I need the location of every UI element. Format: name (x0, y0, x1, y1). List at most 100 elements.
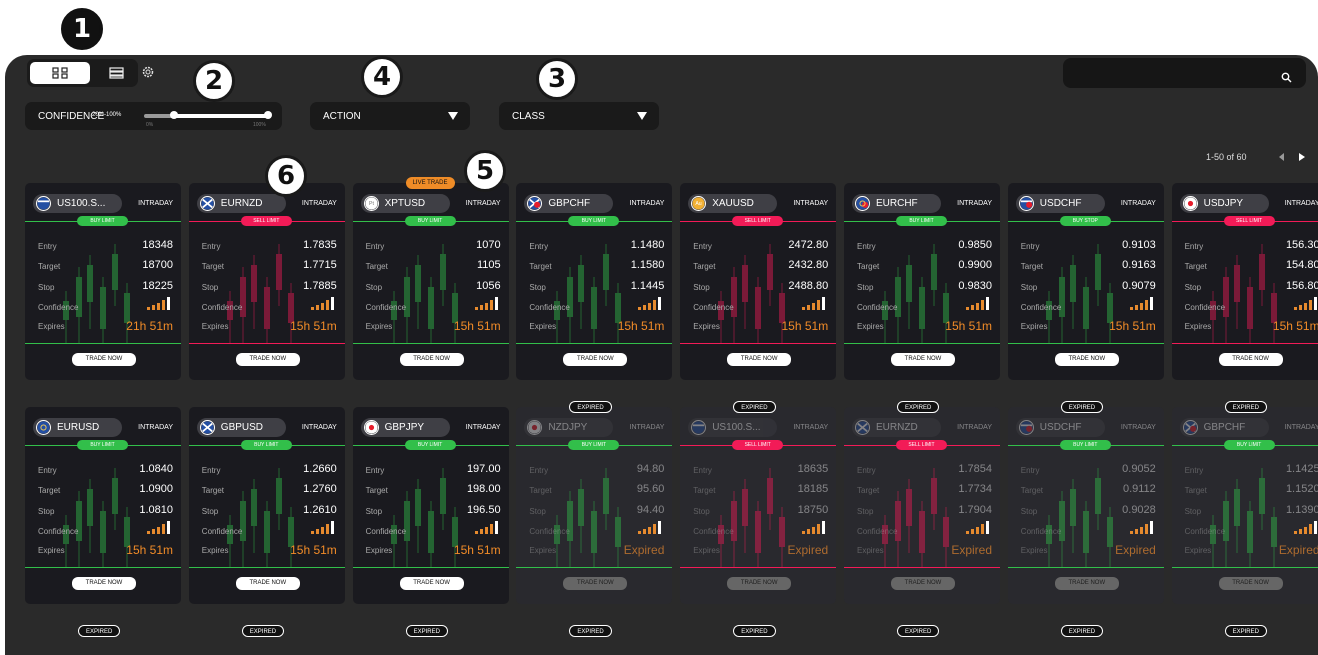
trade-now-button[interactable]: TRADE NOW (399, 577, 464, 590)
trade-now-button[interactable]: TRADE NOW (1054, 353, 1119, 366)
confidence-slider-max-thumb[interactable] (264, 111, 272, 119)
currency-pair-label: EURCHF (876, 198, 918, 209)
timeframe-label: INTRADAY (1284, 424, 1318, 431)
entry-label: Entry (1184, 242, 1204, 251)
currency-pair[interactable]: Au XAUUSD (688, 194, 778, 213)
signal-card: EURCHF INTRADAY BUY LIMIT Entry 0.9850 Target… (844, 183, 1000, 380)
stop-label: Stop (857, 507, 874, 516)
currency-pair[interactable]: GBPUSD (196, 418, 286, 437)
currency-pair-label: EURNZD (876, 422, 918, 433)
signal-card: NZDJPY INTRADAY BUY LIMIT Entry 94.80 Target 9… (516, 407, 673, 604)
confidence-slider[interactable] (144, 111, 272, 119)
target-value: 1.1520 (1285, 483, 1318, 495)
trade-now-button[interactable]: TRADE NOW (727, 353, 792, 366)
expires-value: 15h 51m (290, 543, 337, 557)
expires-value: 15h 51m (1109, 319, 1156, 333)
trade-now-button[interactable]: TRADE NOW (1054, 577, 1119, 590)
currency-flag-icon (199, 196, 215, 211)
timeframe-label: INTRADAY (793, 424, 829, 431)
list-view-button[interactable] (97, 62, 135, 84)
expired-badge: EXPIRED (1224, 625, 1267, 637)
currency-pair-label: GBPCHF (548, 198, 591, 209)
trade-now-button[interactable]: TRADE NOW (891, 353, 955, 366)
currency-pair[interactable]: NZDJPY (524, 418, 614, 437)
trade-now-button[interactable]: TRADE NOW (235, 577, 300, 590)
next-page-icon[interactable] (1299, 153, 1305, 161)
action-badge: BUY LIMIT (77, 216, 128, 226)
action-badge: BUY LIMIT (404, 440, 456, 450)
trade-now-button[interactable]: TRADE NOW (72, 353, 136, 366)
trade-now-button[interactable]: TRADE NOW (891, 577, 955, 590)
entry-value: 1.1425 (1285, 463, 1318, 475)
target-label: Target (693, 262, 716, 271)
stop-label: Stop (693, 507, 710, 516)
currency-pair[interactable]: EURUSD (33, 418, 122, 437)
signal-strength-icon (802, 296, 826, 310)
stop-label: Stop (201, 507, 219, 516)
trade-now-button[interactable]: TRADE NOW (399, 353, 464, 366)
target-label: Target (365, 486, 388, 495)
svg-text:Pt: Pt (369, 201, 374, 207)
trade-now-button[interactable]: TRADE NOW (72, 577, 136, 590)
trade-now-button[interactable]: TRADE NOW (563, 353, 628, 366)
grid-view-button[interactable] (30, 62, 90, 84)
trade-now-button[interactable]: TRADE NOW (727, 577, 792, 590)
target-value: 0.9163 (1122, 259, 1156, 271)
target-label: Target (857, 262, 880, 271)
settings-gear-icon[interactable] (141, 65, 155, 79)
expiry-divider (1171, 343, 1318, 344)
search-box[interactable] (1063, 58, 1306, 88)
action-badge: SELL LIMIT (896, 440, 947, 450)
currency-flag-icon (1018, 196, 1034, 211)
signal-card: GBPJPY INTRADAY BUY LIMIT Entry 197.00 Target… (352, 407, 509, 604)
currency-pair[interactable]: USDJPY (1179, 194, 1269, 213)
expires-label: Expires (693, 546, 720, 555)
action-select[interactable]: ACTION (310, 102, 470, 130)
currency-pair[interactable]: EURCHF (852, 194, 941, 213)
timeframe-label: INTRADAY (629, 424, 665, 431)
stop-label: Stop (38, 283, 55, 292)
currency-pair[interactable]: US100.S... (688, 418, 778, 437)
currency-pair[interactable]: USDCHF (1015, 418, 1105, 437)
search-icon[interactable] (1281, 72, 1292, 83)
confidence-filter[interactable]: CONFIDENCE 20%-100% 0% 100% (25, 102, 282, 130)
signal-strength-icon (474, 296, 499, 310)
stop-label: Stop (38, 507, 55, 516)
currency-flag-icon (527, 420, 543, 435)
entry-label: Entry (693, 242, 712, 251)
trade-now-button[interactable]: TRADE NOW (1218, 577, 1283, 590)
currency-pair[interactable]: GBPCHF (524, 194, 614, 213)
signal-card: US100.S... INTRADAY SELL LIMIT Entry 18635 Ta… (680, 407, 837, 604)
currency-pair[interactable]: EURNZD (196, 194, 286, 213)
confidence-label: Confidence (857, 527, 898, 536)
confidence-slider-min-thumb[interactable] (170, 111, 178, 119)
currency-pair[interactable]: EURNZD (852, 418, 941, 437)
currency-pair[interactable]: US100.S... (33, 194, 122, 213)
trade-now-button[interactable]: TRADE NOW (235, 353, 300, 366)
action-select-label: ACTION (323, 111, 361, 122)
confidence-label: Confidence (1020, 303, 1062, 312)
expired-badge: EXPIRED (733, 625, 776, 637)
currency-pair[interactable]: USDCHF (1015, 194, 1105, 213)
currency-pair[interactable]: GBPJPY (360, 418, 450, 437)
expires-label: Expires (1020, 322, 1048, 331)
previous-page-icon[interactable] (1279, 153, 1284, 161)
expiry-divider (1007, 343, 1164, 344)
target-label: Target (1184, 486, 1207, 495)
confidence-label: Confidence (201, 527, 243, 536)
search-input[interactable] (1063, 58, 1306, 88)
entry-label: Entry (38, 466, 57, 475)
confidence-slider-fill (174, 114, 270, 118)
trade-now-button[interactable]: TRADE NOW (1218, 353, 1283, 366)
entry-label: Entry (857, 242, 876, 251)
class-select[interactable]: CLASS (499, 102, 659, 130)
trade-now-button[interactable]: TRADE NOW (563, 577, 628, 590)
callout-1: 1 (61, 8, 103, 50)
currency-flag-icon (527, 196, 543, 211)
currency-pair[interactable]: Pt XPTUSD (360, 194, 450, 213)
currency-pair[interactable]: GBPCHF (1179, 418, 1269, 437)
expired-badge: EXPIRED (569, 625, 612, 637)
currency-flag-icon (36, 420, 51, 435)
callout-3: 3 (536, 58, 578, 100)
expires-value: 15h 51m (453, 319, 501, 333)
